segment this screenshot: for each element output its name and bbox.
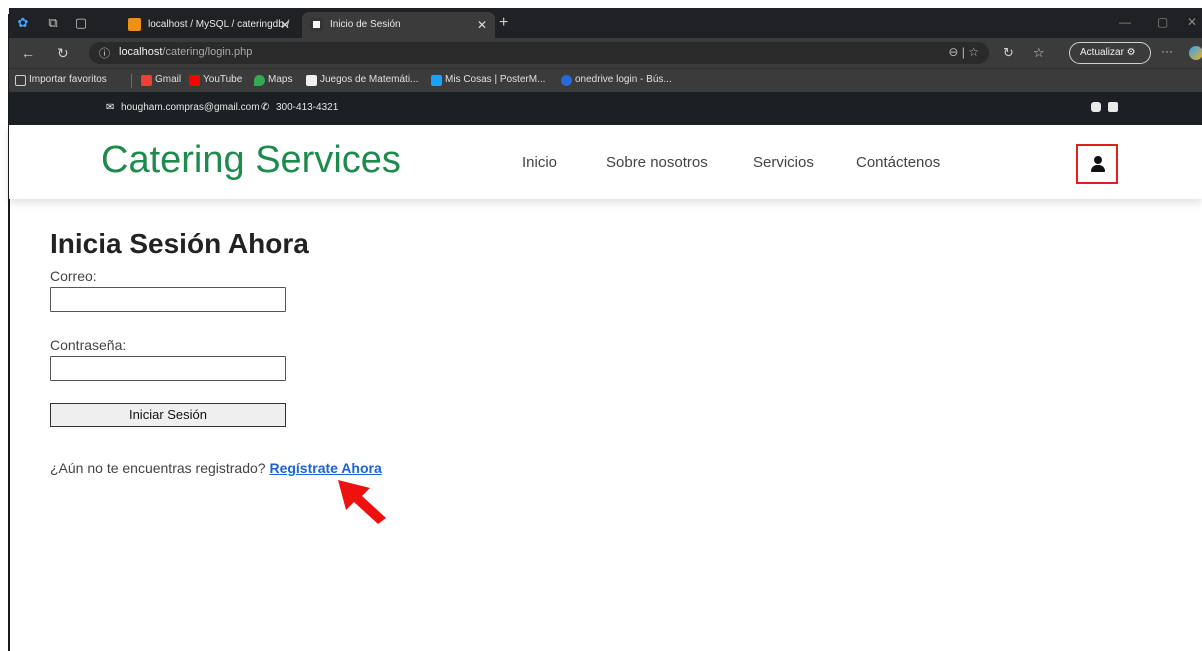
password-label: Contraseña: — [50, 337, 127, 353]
linkedin-icon[interactable] — [1108, 102, 1118, 112]
favorite-maps[interactable]: Maps — [254, 74, 293, 86]
close-tab-icon[interactable]: ✕ — [477, 12, 487, 38]
favorite-label: Juegos de Matemáti... — [320, 74, 419, 85]
favorite-label: Importar favoritos — [29, 74, 107, 85]
nav-sobre-nosotros[interactable]: Sobre nosotros — [606, 154, 708, 171]
tab-title: localhost / MySQL / cateringdb / — [148, 19, 290, 30]
favorite-import[interactable]: Importar favoritos — [15, 74, 107, 86]
favorite-label: Gmail — [155, 74, 182, 85]
phpmyadmin-icon — [128, 18, 141, 31]
favorites-bar: Importar favoritos Gmail YouTube Maps Ju… — [9, 68, 1202, 92]
page-title: Inicia Sesión Ahora — [50, 228, 309, 259]
import-icon — [15, 75, 26, 86]
browser-chrome: ✿ ⧉ ▢ localhost / MySQL / cateringdb / ✕… — [9, 8, 1202, 92]
favorite-gmail[interactable]: Gmail — [141, 74, 182, 86]
tab-strip: ✿ ⧉ ▢ localhost / MySQL / cateringdb / ✕… — [9, 8, 1202, 38]
phone-text: 300-413-4321 — [276, 102, 339, 113]
register-prompt: ¿Aún no te encuentras registrado? Regíst… — [50, 460, 382, 476]
url-host: localhost — [119, 46, 163, 58]
password-field[interactable] — [50, 356, 286, 381]
register-prompt-text: ¿Aún no te encuentras registrado? — [50, 460, 266, 476]
tab-title: Inicio de Sesión — [330, 19, 401, 30]
favorite-label: Maps — [268, 74, 293, 85]
site-info-icon[interactable]: ⓘ — [99, 45, 110, 61]
favorite-star-icon[interactable]: ⊖ | ☆ — [948, 45, 979, 59]
topbar-phone[interactable]: ✆ 300-413-4321 — [261, 102, 338, 113]
tab-login[interactable]: Inicio de Sesión ✕ — [302, 12, 495, 38]
brand-logo[interactable]: Catering Services — [101, 139, 401, 182]
favorite-youtube[interactable]: YouTube — [189, 74, 243, 86]
email-field[interactable] — [50, 287, 286, 312]
maximize-icon[interactable]: ▢ — [1157, 15, 1168, 29]
copilot-icon[interactable] — [1189, 46, 1202, 60]
update-button-label: Actualizar — [1080, 47, 1124, 58]
favorite-label: Mis Cosas | PosterM... — [445, 74, 546, 85]
nav-inicio[interactable]: Inicio — [522, 154, 557, 171]
tab-actions-icon[interactable]: ▢ — [73, 15, 89, 31]
back-icon[interactable]: ← — [21, 45, 35, 61]
favorite-coolmath[interactable]: Juegos de Matemáti... — [306, 74, 419, 86]
envelope-icon: ✉ — [106, 102, 115, 113]
coolmath-icon — [306, 75, 317, 86]
new-tab-icon[interactable]: + — [499, 14, 508, 32]
contact-topbar: ✉ hougham.compras@gmail.com ✆ 300-413-4321 — [9, 92, 1202, 125]
nav-contactenos[interactable]: Contáctenos — [856, 154, 940, 171]
postermywall-icon — [431, 75, 442, 86]
favorite-label: onedrive login - Bús... — [575, 74, 672, 85]
close-tab-icon[interactable]: ✕ — [280, 12, 290, 38]
tab-phpmyadmin[interactable]: localhost / MySQL / cateringdb / ✕ — [120, 12, 298, 38]
workspaces-icon[interactable]: ⧉ — [45, 15, 61, 31]
url-text: localhost/catering/login.php — [119, 46, 252, 58]
login-button[interactable]: Iniciar Sesión — [50, 403, 286, 427]
more-menu-icon[interactable]: ··· — [1161, 44, 1173, 58]
minimize-icon[interactable]: — — [1119, 15, 1131, 29]
update-button[interactable]: Actualizar ⚙ — [1069, 42, 1151, 64]
extensions-icon[interactable]: ↻ — [1003, 45, 1014, 61]
register-link[interactable]: Regístrate Ahora — [269, 460, 381, 476]
profile-icon[interactable]: ✿ — [15, 15, 31, 31]
topbar-email[interactable]: ✉ hougham.compras@gmail.com — [106, 102, 260, 113]
favorite-label: YouTube — [203, 74, 243, 85]
address-bar: ← ↻ ⓘ localhost/catering/login.php ⊖ | ☆… — [9, 38, 1202, 68]
gmail-icon — [141, 75, 152, 86]
user-icon-body — [1091, 165, 1105, 172]
email-label: Correo: — [50, 268, 97, 284]
phone-icon: ✆ — [261, 102, 270, 113]
favorites-icon[interactable]: ☆ — [1033, 45, 1045, 61]
site-favicon-icon — [310, 18, 323, 31]
refresh-icon[interactable]: ↻ — [57, 45, 69, 62]
url-path: /catering/login.php — [162, 46, 253, 58]
url-field[interactable]: ⓘ localhost/catering/login.php ⊖ | ☆ — [89, 42, 989, 64]
favorites-separator — [131, 74, 132, 88]
favorite-onedrive[interactable]: onedrive login - Bús... — [561, 74, 672, 86]
nav-servicios[interactable]: Servicios — [753, 154, 814, 171]
bing-icon — [561, 75, 572, 86]
maps-icon — [254, 75, 265, 86]
site-header: Catering Services Inicio Sobre nosotros … — [9, 125, 1202, 199]
instagram-icon[interactable] — [1091, 102, 1101, 112]
user-account-button[interactable] — [1076, 144, 1118, 184]
favorite-postermywall[interactable]: Mis Cosas | PosterM... — [431, 74, 546, 86]
close-window-icon[interactable]: ✕ — [1187, 15, 1197, 29]
user-icon — [1094, 156, 1102, 164]
pointer-arrow-icon — [338, 480, 386, 524]
youtube-icon — [189, 75, 200, 86]
email-text: hougham.compras@gmail.com — [121, 102, 260, 113]
